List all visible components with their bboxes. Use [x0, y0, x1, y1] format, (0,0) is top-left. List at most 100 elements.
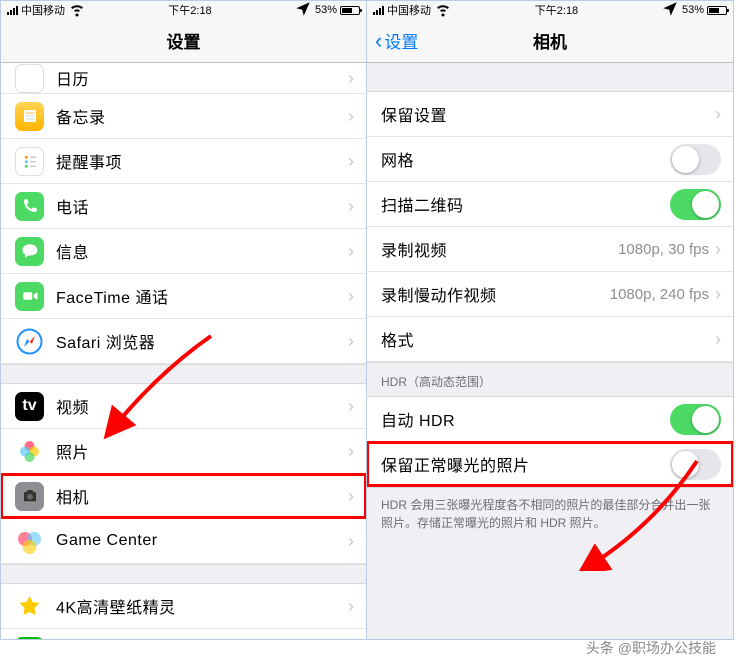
settings-row-camera[interactable]: 相机›	[1, 474, 366, 518]
camera-settings-list[interactable]: 保留设置›网格扫描二维码录制视频1080p, 30 fps›录制慢动作视频108…	[367, 63, 733, 540]
back-button[interactable]: ‹ 设置	[375, 28, 418, 53]
wifi-icon	[68, 1, 86, 21]
camera-row-0[interactable]: 自动 HDR	[367, 397, 733, 441]
messages-icon	[15, 237, 44, 266]
row-label: 录制慢动作视频	[381, 282, 610, 306]
row-label: 视频	[56, 394, 348, 418]
camera-row-1[interactable]: 网格	[367, 137, 733, 181]
4k-icon	[15, 592, 44, 621]
chevron-right-icon: ›	[348, 441, 354, 462]
chevron-right-icon: ›	[348, 396, 354, 417]
row-label: FaceTime 通话	[56, 284, 348, 308]
chevron-right-icon: ›	[348, 68, 354, 89]
chevron-right-icon: ›	[715, 329, 721, 350]
gamecenter-icon	[15, 527, 44, 556]
status-bar: 中国移动 下午2:18 53%	[1, 1, 366, 19]
reminders-icon	[15, 147, 44, 176]
settings-screen: 中国移动 下午2:18 53% 设置 1日历›备忘录›提醒事项›电话›信息›Fa…	[1, 1, 367, 639]
chevron-right-icon: ›	[715, 239, 721, 260]
watermark-text: 头条 @职场办公技能	[586, 638, 716, 658]
page-title: 相机	[533, 28, 567, 53]
camera-row-5[interactable]: 格式›	[367, 317, 733, 361]
row-label: 扫描二维码	[381, 192, 670, 216]
row-label: 备忘录	[56, 104, 348, 128]
chevron-right-icon: ›	[348, 106, 354, 127]
chevron-right-icon: ›	[348, 151, 354, 172]
chevron-right-icon: ›	[348, 286, 354, 307]
settings-row-safari[interactable]: Safari 浏览器›	[1, 319, 366, 363]
row-label: 信息	[56, 239, 348, 263]
time-label: 下午2:18	[535, 2, 578, 18]
status-bar: 中国移动 下午2:18 53%	[367, 1, 733, 19]
carrier-label: 中国移动	[387, 2, 431, 18]
battery-icon	[340, 6, 360, 15]
battery-pct: 53%	[682, 4, 704, 16]
navbar: 设置	[1, 19, 366, 63]
camera-row-2[interactable]: 扫描二维码	[367, 182, 733, 226]
toggle-switch[interactable]	[670, 404, 721, 435]
settings-row-phone[interactable]: 电话›	[1, 184, 366, 228]
chevron-right-icon: ›	[348, 196, 354, 217]
row-detail: 1080p, 30 fps	[618, 241, 709, 258]
settings-row-gamecenter[interactable]: Game Center›	[1, 519, 366, 563]
settings-list[interactable]: 1日历›备忘录›提醒事项›电话›信息›FaceTime 通话›Safari 浏览…	[1, 63, 366, 639]
battery-pct: 53%	[315, 4, 337, 16]
row-label: 网格	[381, 147, 670, 171]
tv-icon: tv	[15, 392, 44, 421]
settings-row-notes[interactable]: 备忘录›	[1, 94, 366, 138]
row-label: 保留设置	[381, 102, 715, 126]
row-label: 相机	[56, 484, 348, 508]
chevron-right-icon: ›	[348, 331, 354, 352]
toggle-switch[interactable]	[670, 449, 721, 480]
time-label: 下午2:18	[168, 2, 211, 18]
row-label: 提醒事项	[56, 149, 348, 173]
row-label: 照片	[56, 439, 348, 463]
row-label: 电话	[56, 194, 348, 218]
row-label: 格式	[381, 327, 715, 351]
toggle-switch[interactable]	[670, 144, 721, 175]
chevron-right-icon: ›	[348, 531, 354, 552]
settings-row-calendar[interactable]: 1 日历›	[1, 63, 366, 93]
wifi-icon	[434, 1, 452, 21]
row-label: 日历	[56, 66, 348, 90]
settings-row-photos[interactable]: 照片›	[1, 429, 366, 473]
camera-row-4[interactable]: 录制慢动作视频1080p, 240 fps ›	[367, 272, 733, 316]
row-label: Game Center	[56, 532, 348, 550]
settings-row-iqiyi[interactable]: iQIYI爱奇艺›	[1, 629, 366, 639]
row-detail: 1080p, 240 fps	[610, 286, 709, 303]
back-label: 设置	[384, 28, 418, 53]
settings-row-facetime[interactable]: FaceTime 通话›	[1, 274, 366, 318]
notes-icon	[15, 102, 44, 131]
section-header: HDR（高动态范围）	[367, 363, 733, 396]
settings-row-messages[interactable]: 信息›	[1, 229, 366, 273]
camera-row-1[interactable]: 保留正常曝光的照片	[367, 442, 733, 486]
chevron-right-icon: ›	[715, 284, 721, 305]
row-label: 4K高清壁纸精灵	[56, 594, 348, 618]
settings-row-tv[interactable]: tv 视频›	[1, 384, 366, 428]
iqiyi-icon: iQIYI	[15, 637, 44, 640]
settings-row-4k[interactable]: 4K高清壁纸精灵›	[1, 584, 366, 628]
signal-icon	[373, 6, 384, 15]
settings-row-reminders[interactable]: 提醒事项›	[1, 139, 366, 183]
row-label: 录制视频	[381, 237, 618, 261]
photos-icon	[15, 437, 44, 466]
chevron-right-icon: ›	[348, 241, 354, 262]
chevron-right-icon: ›	[348, 596, 354, 617]
calendar-icon: 1	[15, 64, 44, 93]
toggle-switch[interactable]	[670, 189, 721, 220]
signal-icon	[7, 6, 18, 15]
safari-icon	[15, 327, 44, 356]
camera-row-0[interactable]: 保留设置›	[367, 92, 733, 136]
battery-icon	[707, 6, 727, 15]
camera-settings-screen: 中国移动 下午2:18 53% ‹ 设置 相机 保留设置›网格扫描二维码录制视频…	[367, 1, 733, 639]
chevron-right-icon: ›	[348, 486, 354, 507]
phone-icon	[15, 192, 44, 221]
row-label: 保留正常曝光的照片	[381, 452, 670, 476]
chevron-right-icon: ›	[715, 104, 721, 125]
facetime-icon	[15, 282, 44, 311]
location-icon	[661, 1, 679, 21]
row-label: Safari 浏览器	[56, 329, 348, 353]
section-footer: HDR 会用三张曝光程度各不相同的照片的最佳部分合并出一张照片。存储正常曝光的照…	[367, 488, 733, 540]
camera-row-3[interactable]: 录制视频1080p, 30 fps ›	[367, 227, 733, 271]
location-icon	[294, 1, 312, 21]
